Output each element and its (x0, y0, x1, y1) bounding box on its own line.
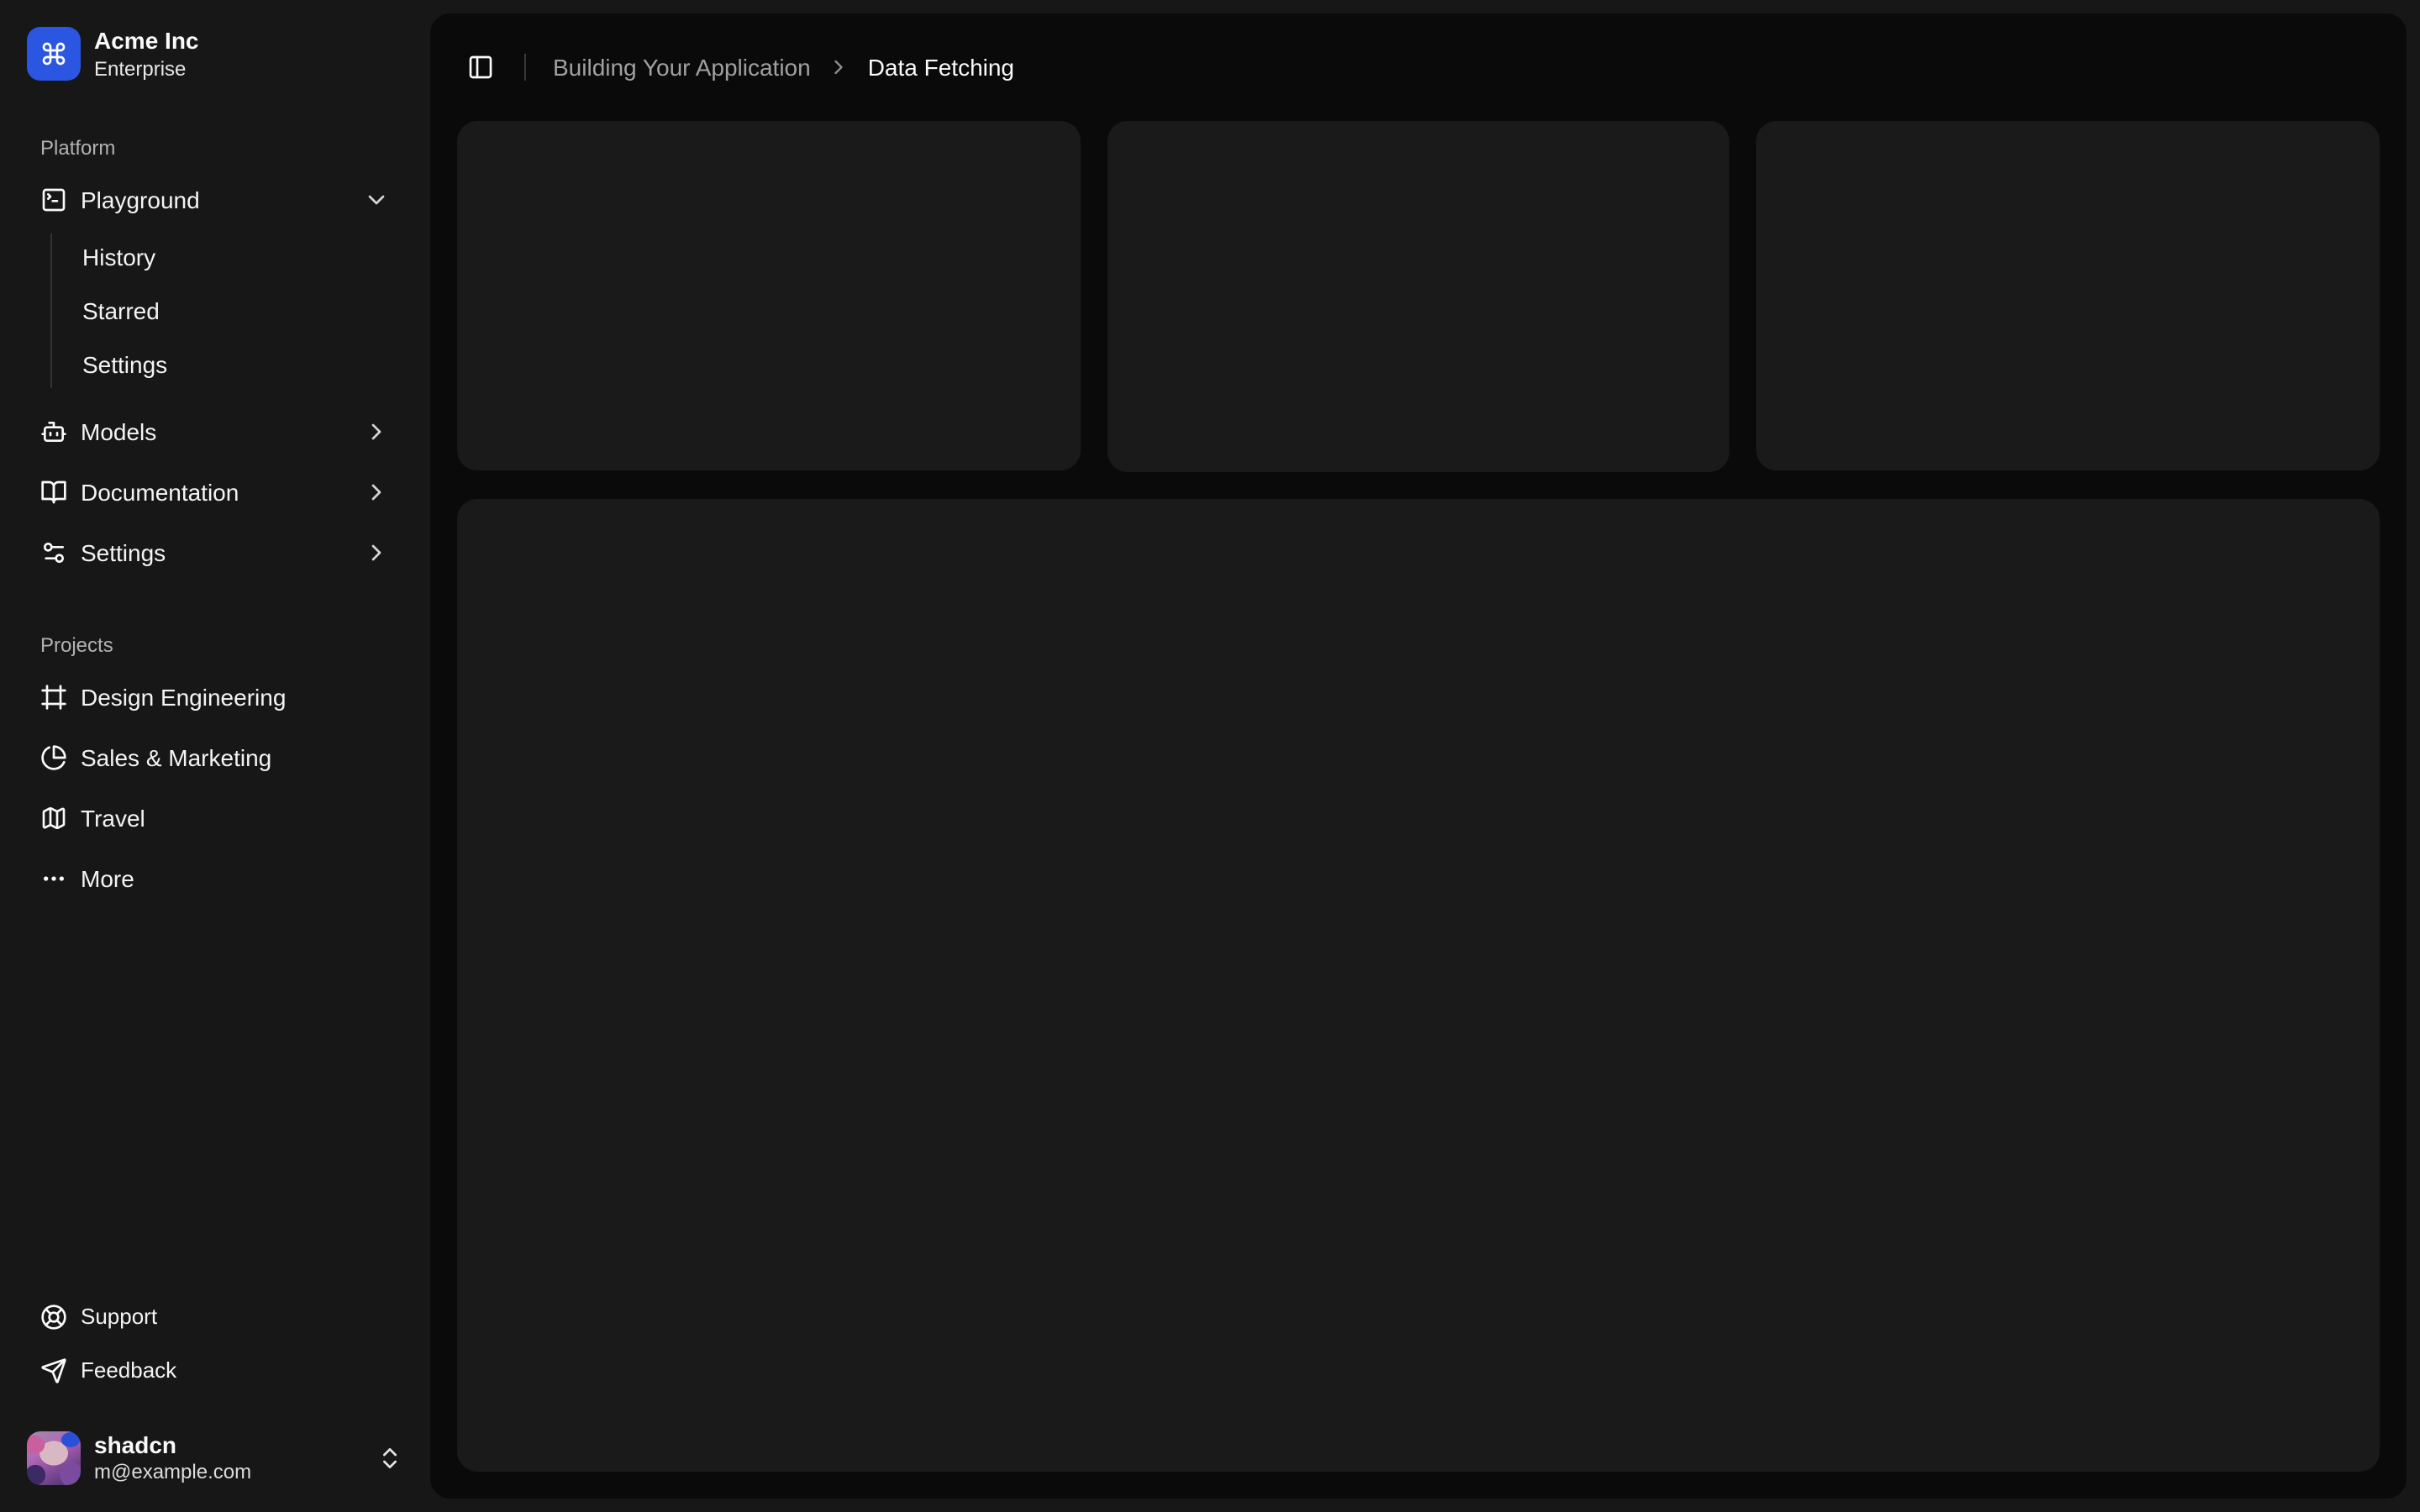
user-name: shadcn (94, 1431, 177, 1457)
sidebar-item-sales-marketing[interactable]: Sales & Marketing (27, 730, 403, 784)
chevron-right-icon (363, 538, 390, 565)
send-icon (40, 1357, 67, 1383)
user-meta: shadcn m@example.com (94, 1431, 251, 1485)
group-label-platform: Platform (40, 135, 116, 159)
team-logo (27, 27, 81, 81)
playground-submenu: History Starred Settings (50, 233, 403, 387)
main-content (430, 121, 2407, 1499)
avatar (27, 1431, 81, 1485)
secondary-menu: Support Feedback (27, 1293, 403, 1394)
sidebar-item-feedback[interactable]: Feedback (27, 1347, 403, 1394)
sidebar-subitem-history[interactable]: History (69, 233, 403, 280)
ellipsis-icon (40, 864, 67, 891)
bot-icon (40, 417, 67, 444)
sidebar-subitem-starred[interactable]: Starred (69, 286, 403, 333)
sidebar-item-label: Travel (81, 804, 145, 831)
sidebar-item-design-engineering[interactable]: Design Engineering (27, 669, 403, 723)
sidebar-subitem-settings[interactable]: Settings (69, 340, 403, 387)
chevron-down-icon (363, 186, 390, 213)
frame-icon (40, 683, 67, 710)
panel-left-icon (467, 54, 494, 81)
main-header: Building Your Application Data Fetching (430, 13, 2407, 121)
group-label-projects: Projects (40, 633, 113, 656)
main-panel: Building Your Application Data Fetching (430, 13, 2407, 1499)
placeholder-card (1756, 121, 2380, 471)
sidebar-item-label: Feedback (81, 1357, 177, 1383)
sidebar-item-label: Sales & Marketing (81, 743, 272, 770)
breadcrumb-current-page: Data Fetching (867, 54, 1015, 81)
chevron-right-icon (363, 478, 390, 505)
map-icon (40, 804, 67, 831)
sidebar-item-label: Settings (81, 538, 166, 565)
team-meta: Acme Inc Enterprise (94, 27, 199, 81)
team-plan: Enterprise (94, 56, 187, 80)
sliders-icon (40, 538, 67, 565)
sidebar-item-support[interactable]: Support (27, 1293, 403, 1340)
placeholder-card-large (457, 498, 2380, 1472)
platform-menu: Playground History Starred Settings Mode… (27, 172, 403, 579)
breadcrumb-section[interactable]: Building Your Application (553, 54, 811, 81)
sidebar-subitem-label: Settings (82, 350, 168, 377)
sidebar-subitem-label: History (82, 243, 156, 270)
sidebar-toggle-button[interactable] (457, 44, 504, 91)
chevron-right-icon (828, 55, 851, 79)
user-menu-button[interactable]: shadcn m@example.com (13, 1417, 417, 1499)
life-buoy-icon (40, 1303, 67, 1330)
command-icon (40, 41, 67, 68)
nav-group-projects: Projects Design Engineering Sales & Mark… (13, 606, 417, 918)
sidebar-item-models[interactable]: Models (27, 404, 403, 458)
square-terminal-icon (40, 186, 67, 213)
sidebar-item-settings[interactable]: Settings (27, 525, 403, 579)
chevron-right-icon (363, 417, 390, 444)
team-switcher-button[interactable]: Acme Inc Enterprise (13, 13, 417, 95)
breadcrumb: Building Your Application Data Fetching (553, 54, 1014, 81)
sidebar-item-label: Documentation (81, 478, 239, 505)
pie-chart-icon (40, 743, 67, 770)
header-separator (524, 54, 526, 81)
placeholder-card-grid (457, 121, 2380, 471)
user-email: m@example.com (94, 1460, 252, 1483)
team-name: Acme Inc (94, 27, 199, 54)
sidebar-item-label: Design Engineering (81, 683, 287, 710)
projects-menu: Design Engineering Sales & Marketing Tra… (27, 669, 403, 905)
sidebar: Acme Inc Enterprise Platform Playground (0, 0, 430, 1512)
sidebar-item-documentation[interactable]: Documentation (27, 465, 403, 518)
sidebar-subitem-label: Starred (82, 297, 160, 323)
sidebar-item-label: Support (81, 1304, 158, 1329)
placeholder-card (1107, 121, 1730, 471)
sidebar-item-playground[interactable]: Playground (27, 172, 403, 226)
sidebar-item-label: More (81, 864, 134, 891)
nav-group-platform: Platform Playground History Starred Sett… (13, 108, 417, 592)
sidebar-item-more[interactable]: More (27, 851, 403, 905)
sidebar-item-label: Models (81, 417, 157, 444)
app-root: Acme Inc Enterprise Platform Playground (0, 0, 2420, 1512)
chevrons-up-down-icon (376, 1445, 403, 1472)
nav-group-secondary: Support Feedback (13, 1279, 417, 1407)
sidebar-item-travel[interactable]: Travel (27, 790, 403, 844)
sidebar-item-label: Playground (81, 186, 200, 213)
placeholder-card (457, 121, 1081, 471)
book-open-icon (40, 478, 67, 505)
